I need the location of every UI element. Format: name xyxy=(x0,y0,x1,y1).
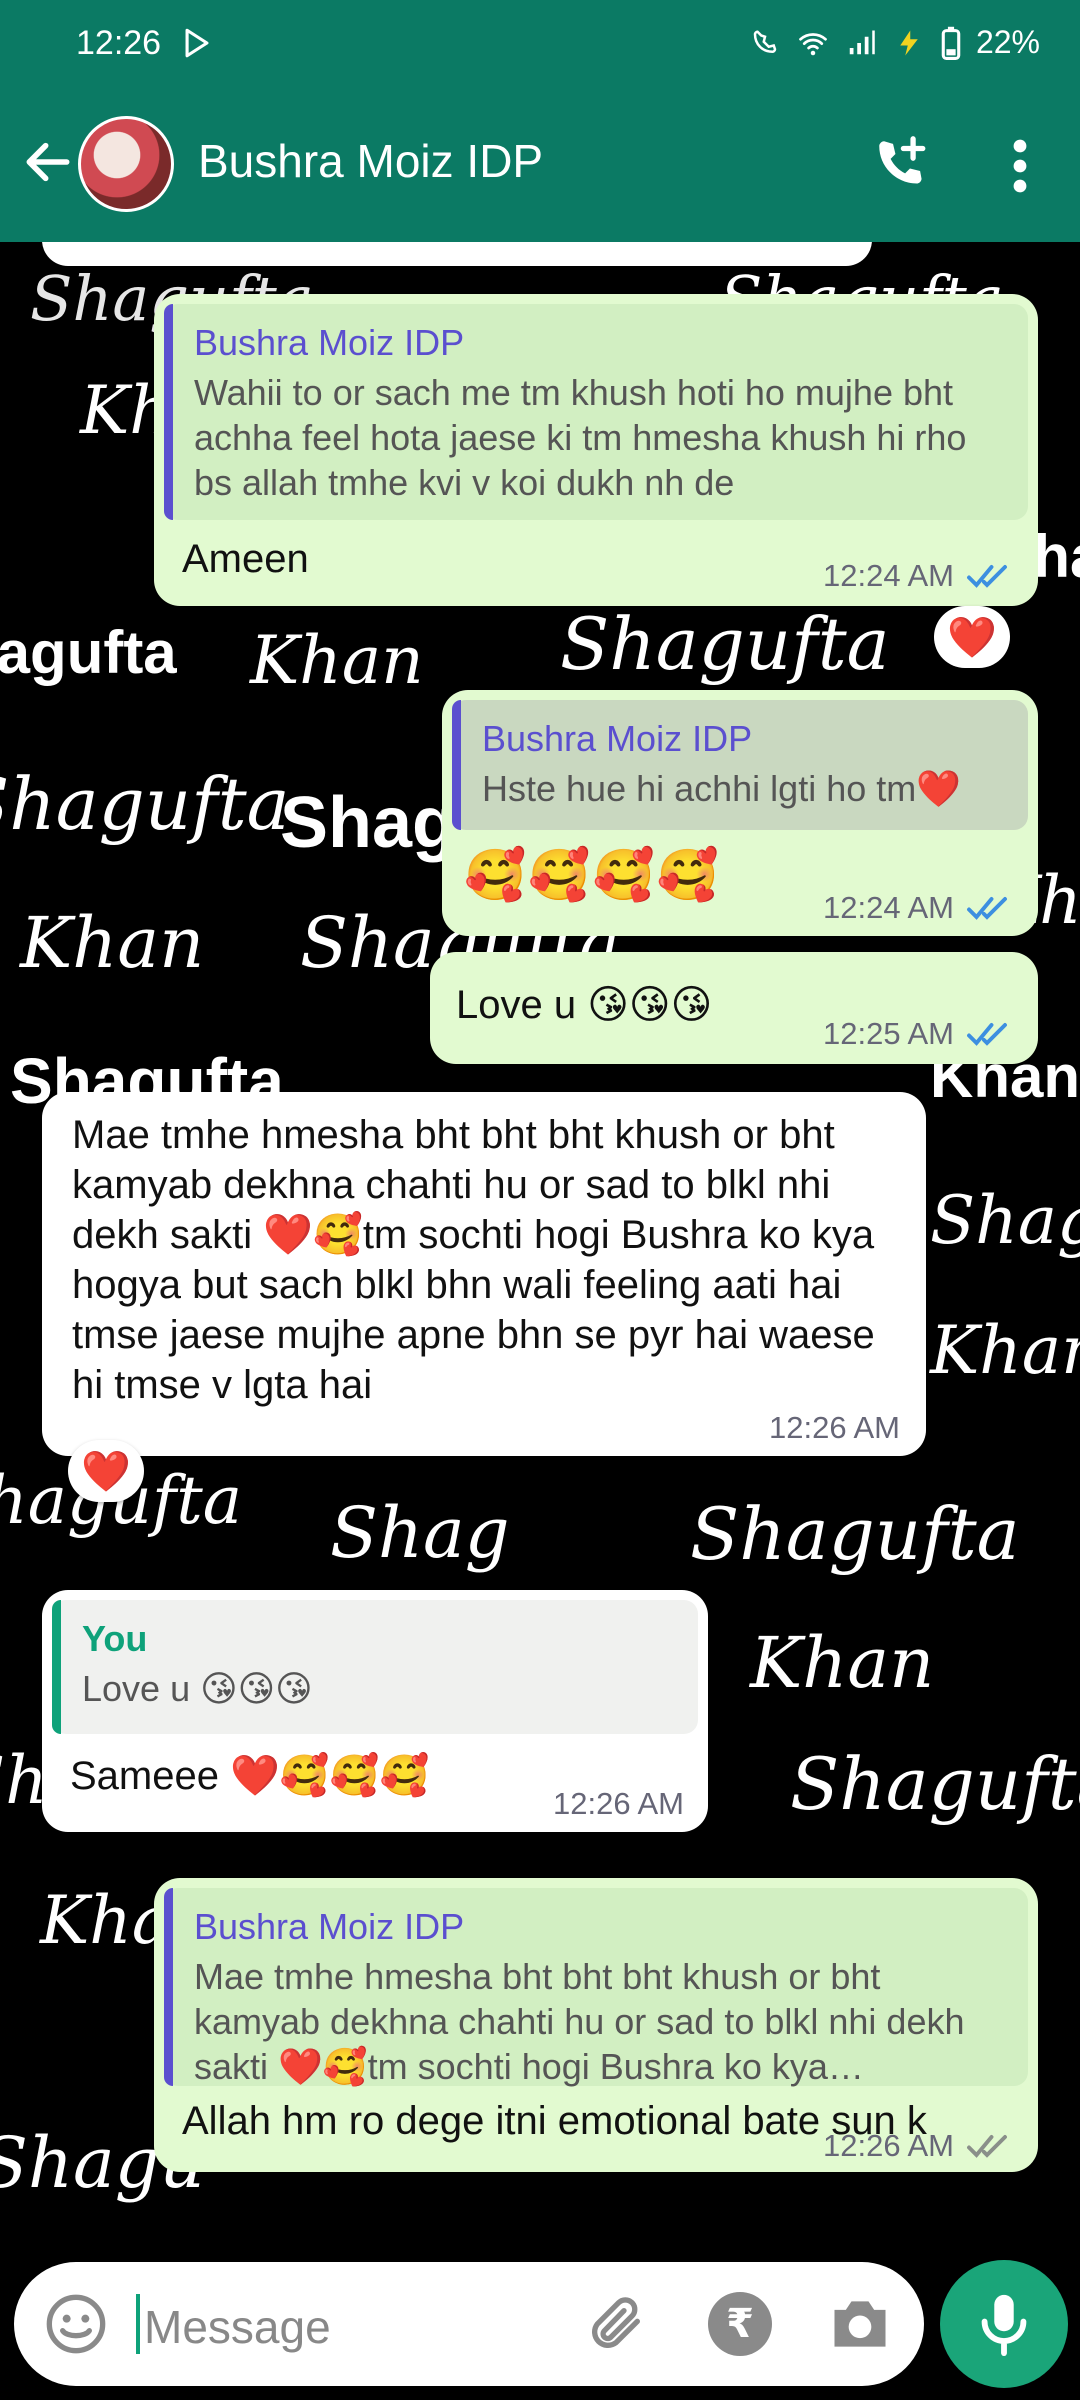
wallpaper-text: Shagufta xyxy=(0,762,290,846)
message-time: 12:24 AM xyxy=(823,890,954,925)
message-bubble-partial[interactable]: 12:24 AM xyxy=(42,242,872,266)
wallpaper-text: Shagufta xyxy=(790,1742,1080,1826)
double-tick-icon xyxy=(967,897,1007,920)
status-bar: 12:26 22% xyxy=(0,0,1080,88)
message-text: Allah hm ro dege itni emotional bate sun… xyxy=(182,2099,927,2143)
rupee-icon[interactable]: ₹ xyxy=(708,2292,772,2356)
text-caret xyxy=(136,2294,140,2354)
message-text: Sameee ❤️🥰🥰🥰 xyxy=(70,1754,430,1798)
wallpaper-text: Khan xyxy=(250,622,424,699)
message-meta: 12:25 AM xyxy=(823,1016,1014,1052)
wallpaper-text: Shag xyxy=(330,1492,510,1574)
message-time: 12:26 AM xyxy=(553,1786,684,1821)
message-time: 12:26 AM xyxy=(823,2128,954,2163)
message-bubble-outgoing[interactable]: Bushra Moiz IDP Hste hue hi achhi lgti h… xyxy=(442,690,1038,936)
double-tick-icon xyxy=(967,2135,1007,2158)
quoted-text: Wahii to or sach me tm khush hoti ho muj… xyxy=(194,372,967,503)
quoted-text: Hste hue hi achhi lgti ho tm❤️ xyxy=(482,768,962,809)
message-meta: 12:24 AM xyxy=(823,558,1014,594)
message-bubble-incoming[interactable]: Mae tmhe hmesha bht bht bht khush or bht… xyxy=(42,1092,926,1456)
message-bubble-outgoing[interactable]: Bushra Moiz IDP Wahii to or sach me tm k… xyxy=(154,294,1038,606)
composer-bar: Message ₹ xyxy=(0,2242,1080,2400)
quoted-message[interactable]: Bushra Moiz IDP Mae tmhe hmesha bht bht … xyxy=(164,1888,1028,2087)
quoted-message[interactable]: You Love u 😘😘😘 xyxy=(52,1600,698,1734)
contact-name[interactable]: Bushra Moiz IDP xyxy=(198,134,543,188)
message-time: 12:26 AM xyxy=(769,1410,900,1445)
message-bubble-incoming[interactable]: You Love u 😘😘😘 Sameee ❤️🥰🥰🥰 12:26 AM xyxy=(42,1590,708,1832)
double-tick-icon xyxy=(967,565,1007,588)
wallpaper-text: Khan xyxy=(20,902,205,984)
message-text: Mae tmhe hmesha bht bht bht khush or bht… xyxy=(72,1113,875,1407)
double-tick-icon xyxy=(967,1023,1007,1046)
message-bubble-outgoing[interactable]: Love u 😘😘😘 12:25 AM xyxy=(430,952,1038,1064)
quoted-sender: Bushra Moiz IDP xyxy=(482,718,753,759)
smiley-icon[interactable] xyxy=(44,2292,108,2356)
wallpaper-text: Khan xyxy=(750,1622,935,1704)
quoted-sender: You xyxy=(82,1618,148,1659)
contact-avatar[interactable] xyxy=(78,116,174,212)
camera-icon[interactable] xyxy=(826,2292,894,2356)
message-placeholder: Message xyxy=(144,2301,331,2353)
quoted-message[interactable]: Bushra Moiz IDP Hste hue hi achhi lgti h… xyxy=(452,700,1028,830)
wallpaper-text: Shagufta xyxy=(560,602,890,686)
reaction-badge[interactable]: ❤️ xyxy=(934,606,1010,668)
battery-icon xyxy=(941,26,961,60)
wallpaper-text: Khan xyxy=(930,1312,1080,1389)
battery-percent: 22% xyxy=(975,24,1040,60)
mic-button[interactable] xyxy=(940,2260,1068,2388)
message-text: Love u 😘😘😘 xyxy=(456,983,713,1027)
back-arrow-icon[interactable] xyxy=(20,134,76,190)
message-input[interactable]: Message ₹ xyxy=(14,2262,924,2386)
wallpaper-text: Shagufta xyxy=(930,1182,1080,1259)
attach-icon[interactable] xyxy=(584,2292,648,2356)
quoted-sender: Bushra Moiz IDP xyxy=(194,322,465,363)
message-bubble-outgoing[interactable]: Bushra Moiz IDP Mae tmhe hmesha bht bht … xyxy=(154,1878,1038,2172)
reaction-badge[interactable]: ❤️ xyxy=(68,1440,144,1502)
battery-saver-icon xyxy=(900,30,918,55)
quoted-sender: Bushra Moiz IDP xyxy=(194,1906,465,1947)
chat-header: Bushra Moiz IDP xyxy=(0,88,1080,242)
status-icons: 22% xyxy=(748,24,1040,61)
signal-icon xyxy=(849,30,875,54)
mic-icon xyxy=(981,2294,1027,2357)
quoted-text: Love u 😘😘😘 xyxy=(82,1668,313,1709)
wallpaper-text: Shagufta xyxy=(0,619,177,686)
more-vert-icon[interactable] xyxy=(1000,138,1040,194)
message-time: 12:25 AM xyxy=(823,1016,954,1051)
wifi-call-icon xyxy=(753,29,777,53)
message-time: 12:24 AM xyxy=(823,558,954,593)
message-meta: 12:24 AM xyxy=(823,890,1014,926)
wifi-icon xyxy=(799,32,827,55)
status-time: 12:26 xyxy=(76,24,162,62)
message-meta: 12:26 AM xyxy=(769,1410,900,1446)
add-call-icon[interactable] xyxy=(872,134,930,192)
quoted-message[interactable]: Bushra Moiz IDP Wahii to or sach me tm k… xyxy=(164,304,1028,520)
wallpaper-text: Shagufta xyxy=(690,1492,1020,1576)
message-text: Ameen xyxy=(182,537,309,581)
message-meta: 12:26 AM xyxy=(823,2128,1014,2164)
quoted-text: Mae tmhe hmesha bht bht bht khush or bht… xyxy=(194,1956,965,2087)
message-meta: 12:26 AM xyxy=(553,1786,684,1822)
message-text: 🥰🥰🥰🥰 xyxy=(464,847,722,903)
chat-area[interactable]: Shagufta Khan Shagufta Khan Shagufta Sha… xyxy=(0,242,1080,2242)
play-store-icon xyxy=(185,28,209,58)
